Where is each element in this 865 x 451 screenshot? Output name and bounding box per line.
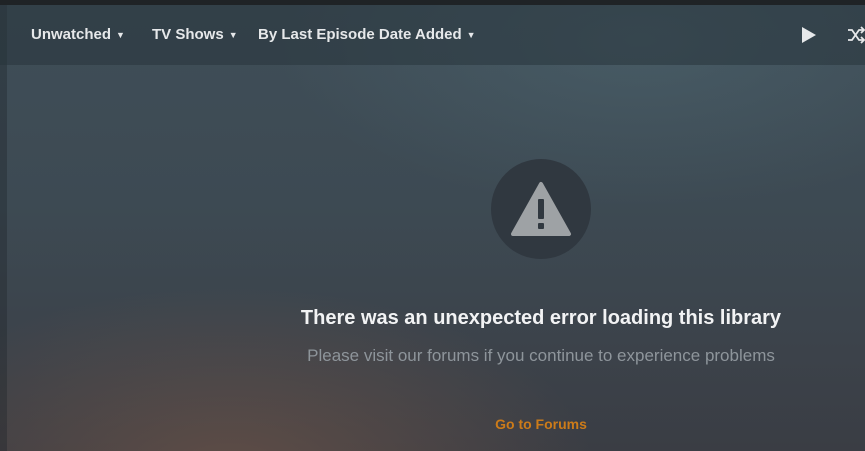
shuffle-icon[interactable] (846, 25, 865, 45)
play-icon[interactable] (799, 25, 819, 45)
error-title: There was an unexpected error loading th… (300, 307, 782, 329)
library-content: There was an unexpected error loading th… (0, 65, 865, 451)
error-subtitle: Please visit our forums if you continue … (307, 346, 775, 365)
caret-down-icon: ▼ (466, 29, 476, 40)
sort-label: By Last Episode Date Added (258, 26, 462, 43)
unwatched-filter-label: Unwatched (31, 26, 112, 43)
caret-down-icon: ▼ (116, 29, 125, 40)
type-filter-dropdown[interactable]: TV Shows ▼ (152, 26, 238, 43)
caret-down-icon: ▼ (228, 29, 238, 40)
unwatched-filter-dropdown[interactable]: Unwatched ▼ (31, 26, 125, 43)
sort-dropdown[interactable]: By Last Episode Date Added ▼ (258, 26, 476, 43)
warning-icon (511, 182, 571, 236)
library-toolbar: Unwatched ▼ TV Shows ▼ By Last Episode D… (0, 5, 865, 65)
type-filter-label: TV Shows (152, 26, 224, 43)
go-to-forums-link[interactable]: Go to Forums (0, 416, 865, 432)
warning-badge (491, 159, 591, 259)
